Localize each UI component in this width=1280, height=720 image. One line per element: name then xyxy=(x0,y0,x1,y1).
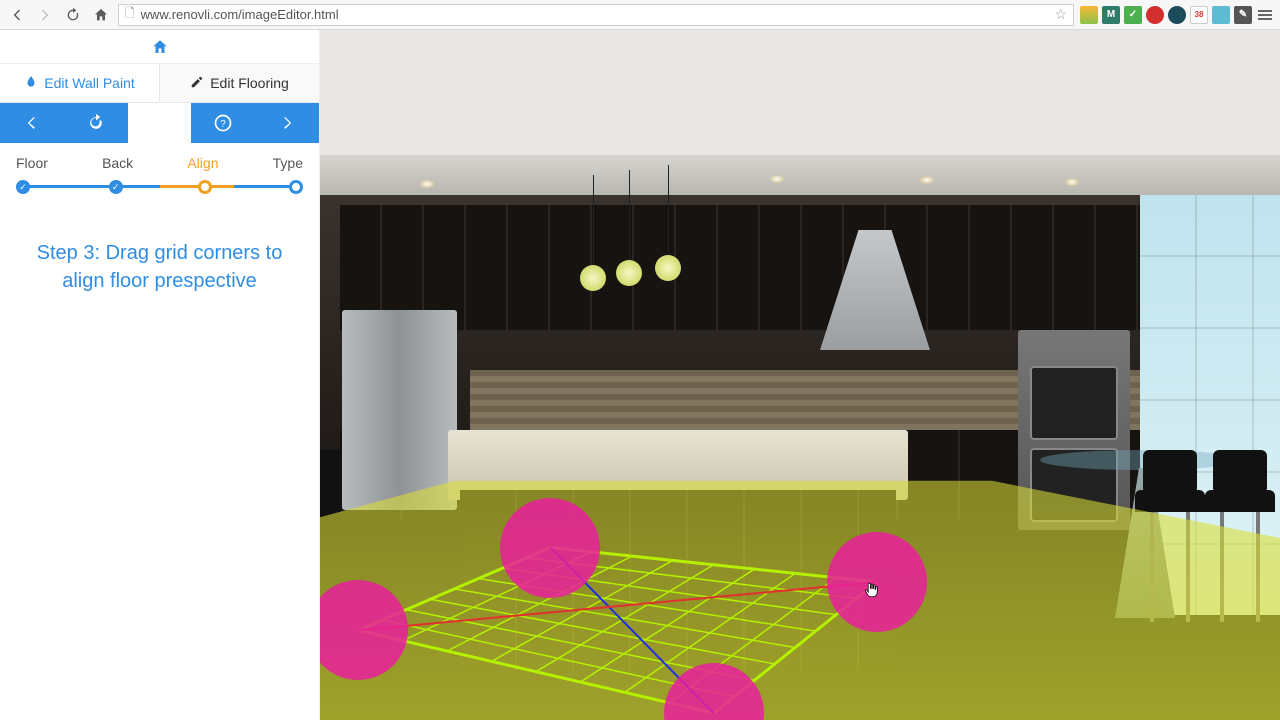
home-icon xyxy=(151,38,169,56)
extension-icon[interactable]: ✓ xyxy=(1124,6,1142,24)
arrow-left-icon xyxy=(22,113,42,133)
extension-icon[interactable] xyxy=(1212,6,1230,24)
editor-canvas[interactable] xyxy=(320,30,1280,720)
step-label-align[interactable]: Align xyxy=(187,155,218,171)
tab-wall-label: Edit Wall Paint xyxy=(44,75,135,91)
extension-icon[interactable]: M xyxy=(1102,6,1120,24)
step-label-type[interactable]: Type xyxy=(273,155,303,171)
cursor-icon xyxy=(863,580,881,600)
home-button[interactable] xyxy=(90,4,112,26)
stepper: Floor Back Align Type ✓ ✓ xyxy=(0,143,319,199)
help-icon: ? xyxy=(213,113,233,133)
tab-flooring[interactable]: Edit Flooring xyxy=(160,64,319,102)
extension-icon[interactable] xyxy=(1168,6,1186,24)
tab-wall-paint[interactable]: Edit Wall Paint xyxy=(0,64,160,102)
url-text: www.renovli.com/imageEditor.html xyxy=(141,7,339,22)
extension-icon[interactable] xyxy=(1146,6,1164,24)
step-dot-back[interactable]: ✓ xyxy=(109,180,123,194)
extension-icon[interactable] xyxy=(1080,6,1098,24)
hamburger-menu-icon[interactable] xyxy=(1256,10,1274,20)
kitchen-scene xyxy=(320,30,1280,720)
bookmark-star-icon[interactable]: ☆ xyxy=(1054,6,1067,23)
prev-step-button[interactable] xyxy=(0,103,64,143)
step-dot-type[interactable] xyxy=(289,180,303,194)
address-bar[interactable]: 🗋 www.renovli.com/imageEditor.html ☆ xyxy=(118,4,1074,26)
action-bar: ? xyxy=(0,103,319,143)
edit-mode-tabs: Edit Wall Paint Edit Flooring xyxy=(0,64,319,103)
pencil-icon xyxy=(190,75,204,92)
help-button[interactable]: ? xyxy=(191,103,255,143)
app-home-button[interactable] xyxy=(0,30,319,64)
droplet-icon xyxy=(24,75,38,92)
back-button[interactable] xyxy=(6,4,28,26)
grid-handle-top-left[interactable] xyxy=(500,498,600,598)
sidebar: Edit Wall Paint Edit Flooring ? xyxy=(0,30,320,720)
extension-icons: M ✓ 38 ✎ xyxy=(1080,6,1274,24)
reload-button[interactable] xyxy=(62,4,84,26)
step-dot-align[interactable] xyxy=(198,180,212,194)
svg-text:?: ? xyxy=(221,119,227,130)
action-gap xyxy=(128,103,192,143)
step-instruction: Step 3: Drag grid corners to align floor… xyxy=(0,239,319,295)
page-icon: 🗋 xyxy=(125,4,135,25)
next-step-button[interactable] xyxy=(255,103,319,143)
step-label-back[interactable]: Back xyxy=(102,155,133,171)
step-label-floor[interactable]: Floor xyxy=(16,155,48,171)
arrow-right-icon xyxy=(277,113,297,133)
tab-floor-label: Edit Flooring xyxy=(210,75,289,91)
extension-icon[interactable]: ✎ xyxy=(1234,6,1252,24)
forward-button[interactable] xyxy=(34,4,56,26)
reset-button[interactable] xyxy=(64,103,128,143)
extension-icon[interactable]: 38 xyxy=(1190,6,1208,24)
browser-toolbar: 🗋 www.renovli.com/imageEditor.html ☆ M ✓… xyxy=(0,0,1280,30)
step-dot-floor[interactable]: ✓ xyxy=(16,180,30,194)
refresh-icon xyxy=(86,113,106,133)
